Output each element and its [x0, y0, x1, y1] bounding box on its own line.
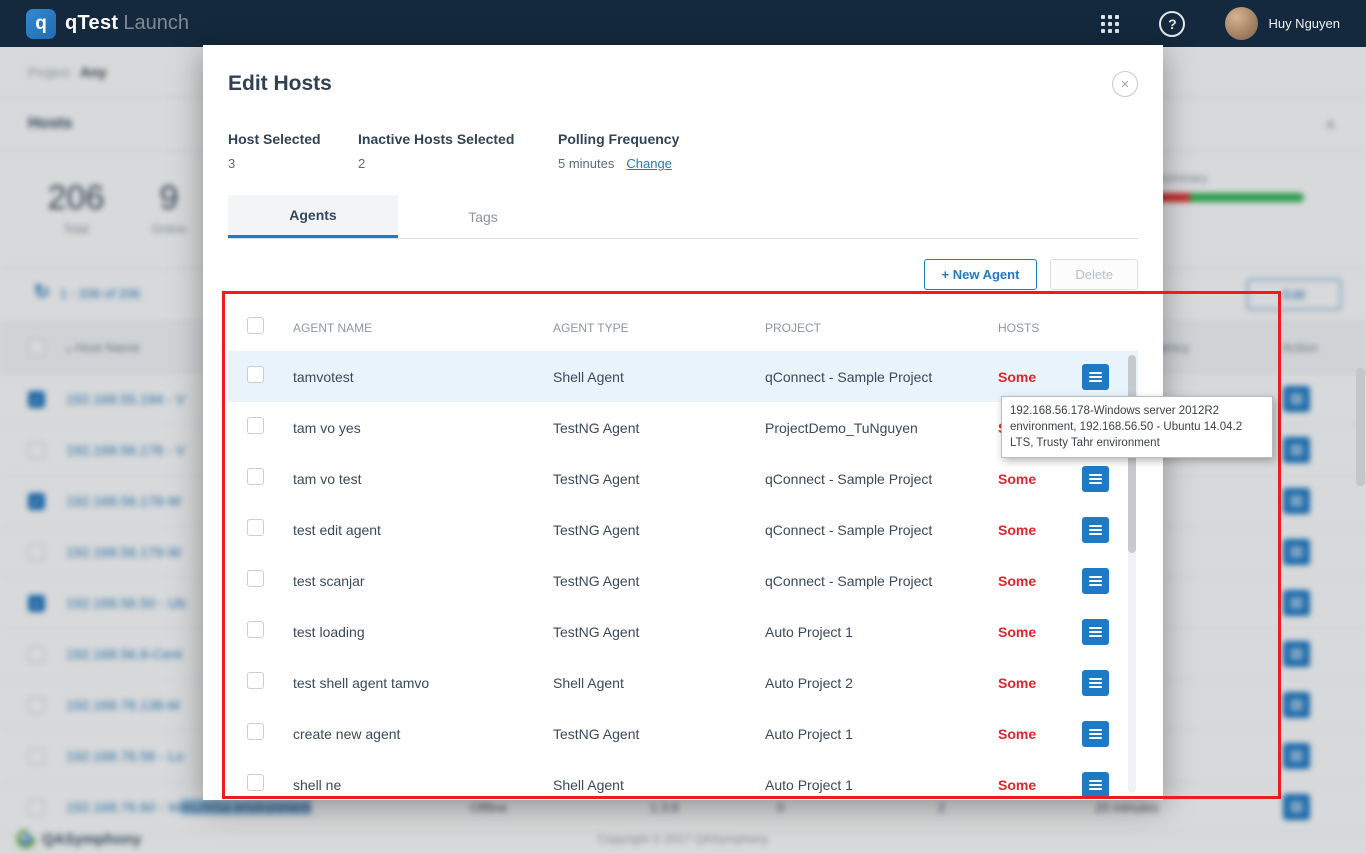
agent-type: Shell Agent [553, 369, 765, 385]
row-checkbox[interactable] [247, 366, 264, 383]
change-link[interactable]: Change [626, 156, 672, 171]
agent-type: TestNG Agent [553, 573, 765, 589]
agent-name-header: AGENT NAME [293, 321, 553, 335]
agent-hosts-link[interactable]: Some [983, 726, 1082, 742]
agent-table: AGENT NAME AGENT TYPE PROJECT HOSTS tamv… [228, 305, 1138, 800]
agent-name: create new agent [293, 726, 553, 742]
brand-product: Launch [123, 12, 189, 35]
close-icon[interactable]: × [1112, 71, 1138, 97]
agent-project: qConnect - Sample Project [765, 522, 983, 538]
agent-table-header: AGENT NAME AGENT TYPE PROJECT HOSTS [228, 305, 1138, 351]
agent-name: tam vo yes [293, 420, 553, 436]
agent-row[interactable]: test shell agent tamvo Shell Agent Auto … [228, 657, 1138, 708]
agent-row[interactable]: test loading TestNG Agent Auto Project 1… [228, 606, 1138, 657]
project-header: PROJECT [765, 321, 983, 335]
agent-row[interactable]: create new agent TestNG Agent Auto Proje… [228, 708, 1138, 759]
agent-project: Auto Project 1 [765, 777, 983, 793]
hosts-tooltip: 192.168.56.178-Windows server 2012R2 env… [1001, 396, 1273, 458]
row-checkbox[interactable] [247, 774, 264, 791]
host-selected-label: Host Selected [228, 131, 358, 147]
apps-grid-icon[interactable] [1101, 15, 1119, 33]
agent-project: qConnect - Sample Project [765, 369, 983, 385]
row-menu-button[interactable] [1082, 466, 1109, 492]
agent-hosts-link[interactable]: Some [983, 471, 1082, 487]
user-name: Huy Nguyen [1268, 16, 1340, 31]
row-menu-button[interactable] [1082, 619, 1109, 645]
help-icon[interactable]: ? [1159, 11, 1185, 37]
agent-row[interactable]: test scanjar TestNG Agent qConnect - Sam… [228, 555, 1138, 606]
top-navbar: q qTest Launch ? Huy Nguyen [0, 0, 1366, 47]
hosts-header: HOSTS [983, 321, 1082, 335]
agent-hosts-link[interactable]: Some [983, 522, 1082, 538]
new-agent-button[interactable]: + New Agent [924, 259, 1038, 290]
modal-tabs: Agents Tags [228, 195, 1138, 239]
row-checkbox[interactable] [247, 519, 264, 536]
modal-title: Edit Hosts [228, 72, 332, 96]
row-checkbox[interactable] [247, 621, 264, 638]
agent-name: tam vo test [293, 471, 553, 487]
agent-name: test loading [293, 624, 553, 640]
agent-project: ProjectDemo_TuNguyen [765, 420, 983, 436]
agent-type: TestNG Agent [553, 624, 765, 640]
agent-row[interactable]: test edit agent TestNG Agent qConnect - … [228, 504, 1138, 555]
agent-type-header: AGENT TYPE [553, 321, 765, 335]
row-menu-button[interactable] [1082, 721, 1109, 747]
agent-project: qConnect - Sample Project [765, 471, 983, 487]
agent-project: qConnect - Sample Project [765, 573, 983, 589]
row-checkbox[interactable] [247, 672, 264, 689]
tab-tags[interactable]: Tags [398, 195, 568, 238]
select-all-agents-checkbox[interactable] [247, 317, 264, 334]
agent-row[interactable]: shell ne Shell Agent Auto Project 1 Some [228, 759, 1138, 800]
agent-row[interactable]: tam vo test TestNG Agent qConnect - Samp… [228, 453, 1138, 504]
inactive-hosts-label: Inactive Hosts Selected [358, 131, 558, 147]
row-menu-button[interactable] [1082, 364, 1109, 390]
delete-button[interactable]: Delete [1050, 259, 1138, 290]
agent-type: TestNG Agent [553, 420, 765, 436]
agent-hosts-link[interactable]: Some [983, 369, 1082, 385]
tab-agents[interactable]: Agents [228, 195, 398, 238]
polling-frequency-label: Polling Frequency [558, 131, 679, 147]
app-logo[interactable]: q qTest Launch [26, 9, 189, 39]
agent-project: Auto Project 1 [765, 624, 983, 640]
agent-hosts-link[interactable]: Some [983, 675, 1082, 691]
row-checkbox[interactable] [247, 723, 264, 740]
row-menu-button[interactable] [1082, 568, 1109, 594]
agent-hosts-link[interactable]: Some [983, 777, 1082, 793]
agent-project: Auto Project 1 [765, 726, 983, 742]
row-checkbox[interactable] [247, 468, 264, 485]
row-menu-button[interactable] [1082, 517, 1109, 543]
agent-name: test shell agent tamvo [293, 675, 553, 691]
agent-type: Shell Agent [553, 675, 765, 691]
row-menu-button[interactable] [1082, 670, 1109, 696]
agent-type: TestNG Agent [553, 726, 765, 742]
avatar [1225, 7, 1258, 40]
row-menu-button[interactable] [1082, 772, 1109, 798]
agent-hosts-link[interactable]: Some [983, 573, 1082, 589]
row-checkbox[interactable] [247, 417, 264, 434]
host-selected-value: 3 [228, 156, 358, 171]
qtest-logo-icon: q [26, 9, 56, 39]
brand-name: qTest [65, 12, 118, 35]
page-scrollbar[interactable] [1356, 368, 1365, 486]
user-menu[interactable]: Huy Nguyen [1225, 7, 1340, 40]
agent-type: Shell Agent [553, 777, 765, 793]
selection-summary: Host Selected 3 Inactive Hosts Selected … [228, 131, 1138, 171]
agent-type: TestNG Agent [553, 522, 765, 538]
agent-name: shell ne [293, 777, 553, 793]
agent-name: test edit agent [293, 522, 553, 538]
inactive-hosts-value: 2 [358, 156, 558, 171]
agent-type: TestNG Agent [553, 471, 765, 487]
agent-row[interactable]: tamvotest Shell Agent qConnect - Sample … [228, 351, 1138, 402]
agent-project: Auto Project 2 [765, 675, 983, 691]
agent-name: test scanjar [293, 573, 553, 589]
agent-hosts-link[interactable]: Some [983, 624, 1082, 640]
row-checkbox[interactable] [247, 570, 264, 587]
agent-name: tamvotest [293, 369, 553, 385]
polling-frequency-value: 5 minutes [558, 156, 614, 171]
